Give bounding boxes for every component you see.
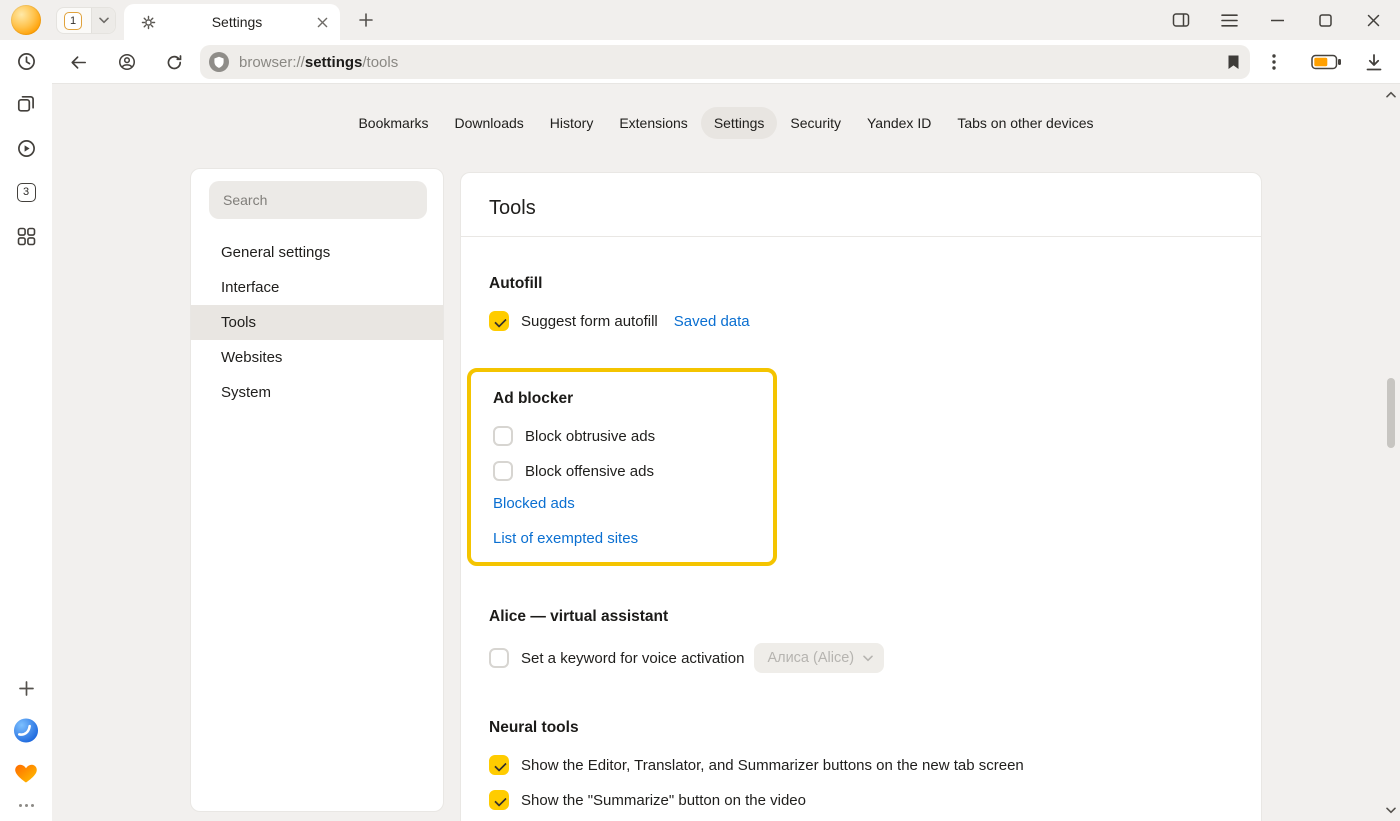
add-panel-icon[interactable] (13, 675, 39, 701)
browser-logo-icon[interactable] (13, 717, 39, 743)
autofill-heading: Autofill (489, 275, 1233, 297)
topnav-yandex-id[interactable]: Yandex ID (854, 107, 944, 139)
block-obtrusive-checkbox[interactable] (493, 426, 513, 446)
tab-group-button[interactable]: 1 (56, 7, 116, 34)
obtrusive-ads-row[interactable]: Block obtrusive ads (493, 425, 753, 447)
scrollbar-thumb[interactable] (1387, 378, 1395, 448)
site-shield-icon[interactable] (209, 52, 229, 72)
address-bar[interactable]: browser://settings/tools (200, 45, 1250, 79)
dropdown-value: Алиса (Alice) (767, 650, 854, 666)
topnav-bookmarks[interactable]: Bookmarks (345, 107, 441, 139)
history-clock-icon[interactable] (13, 48, 39, 74)
keyword-dropdown[interactable]: Алиса (Alice) (754, 643, 884, 673)
alice-avatar[interactable] (11, 5, 41, 35)
alice-heading: Alice — virtual assistant (489, 608, 1233, 630)
back-button[interactable] (64, 48, 92, 76)
checkbox-label: Suggest form autofill (521, 313, 658, 330)
nav-item-general[interactable]: General settings (191, 235, 443, 270)
saved-data-link[interactable]: Saved data (674, 313, 750, 330)
neural-row-summarize[interactable]: Show the "Summarize" button on the video (489, 789, 1233, 811)
checkbox-label: Show the Editor, Translator, and Summari… (521, 757, 1024, 774)
exempted-sites-link[interactable]: List of exempted sites (493, 530, 753, 552)
section-alice: Alice — virtual assistant Set a keyword … (461, 608, 1261, 673)
tab-title: Settings (157, 14, 317, 30)
rail-more-icon[interactable] (13, 792, 39, 818)
settings-page: Bookmarks Downloads History Extensions S… (52, 84, 1400, 821)
chevron-down-icon (863, 655, 873, 662)
chevron-down-icon[interactable] (91, 8, 115, 33)
blocked-ads-link[interactable]: Blocked ads (493, 495, 753, 517)
downloads-icon[interactable] (1360, 48, 1388, 76)
tabs-counter-badge[interactable]: 3 (13, 179, 39, 205)
url-text: browser://settings/tools (239, 54, 398, 71)
tab-bar: 1 Settings (0, 0, 1400, 40)
scroll-up-icon[interactable] (1384, 87, 1398, 101)
settings-top-nav: Bookmarks Downloads History Extensions S… (52, 107, 1400, 139)
settings-nav-list: General settings Interface Tools Website… (191, 235, 443, 410)
nav-item-tools[interactable]: Tools (191, 305, 443, 340)
side-rail: 3 (0, 40, 52, 821)
video-play-icon[interactable] (13, 135, 39, 161)
page-title: Tools (489, 197, 1233, 220)
battery-saver-icon[interactable] (1305, 48, 1347, 76)
checkbox-label: Set a keyword for voice activation (521, 650, 744, 667)
checkbox-label: Block obtrusive ads (525, 428, 655, 445)
offensive-ads-row[interactable]: Block offensive ads (493, 460, 753, 482)
editor-buttons-checkbox[interactable] (489, 755, 509, 775)
profile-icon[interactable] (113, 48, 141, 76)
suggest-autofill-checkbox[interactable] (489, 311, 509, 331)
tab-settings[interactable]: Settings (124, 4, 340, 40)
section-autofill: Autofill Suggest form autofill Saved dat… (461, 275, 1261, 332)
tools-settings-card: Tools Autofill Suggest form autofill Sav… (460, 172, 1262, 821)
side-panels-icon[interactable] (1168, 7, 1194, 33)
block-offensive-checkbox[interactable] (493, 461, 513, 481)
neural-row-editor[interactable]: Show the Editor, Translator, and Summari… (489, 754, 1233, 776)
maximize-icon[interactable] (1312, 7, 1338, 33)
bookmark-icon[interactable] (1227, 54, 1240, 70)
close-tab-icon[interactable] (317, 17, 328, 28)
more-menu-icon[interactable] (1260, 48, 1288, 76)
menu-icon[interactable] (1216, 7, 1242, 33)
summarize-video-checkbox[interactable] (489, 790, 509, 810)
ad-blocker-highlight: Ad blocker Block obtrusive ads Block off… (467, 368, 777, 566)
voice-keyword-checkbox[interactable] (489, 648, 509, 668)
favorites-heart-icon[interactable] (13, 760, 39, 786)
search-input[interactable] (209, 181, 427, 219)
topnav-history[interactable]: History (537, 107, 607, 139)
divider (461, 236, 1261, 237)
minimize-icon[interactable] (1264, 7, 1290, 33)
topnav-extensions[interactable]: Extensions (606, 107, 700, 139)
scroll-down-icon[interactable] (1384, 803, 1398, 817)
topnav-other-devices[interactable]: Tabs on other devices (944, 107, 1106, 139)
checkbox-label: Show the "Summarize" button on the video (521, 792, 806, 809)
topnav-downloads[interactable]: Downloads (442, 107, 537, 139)
ad-blocker-heading: Ad blocker (493, 390, 753, 412)
topnav-settings[interactable]: Settings (701, 107, 778, 139)
autofill-row[interactable]: Suggest form autofill Saved data (489, 310, 1233, 332)
checkbox-label: Block offensive ads (525, 463, 654, 480)
topnav-security[interactable]: Security (777, 107, 854, 139)
reload-icon[interactable] (160, 48, 188, 76)
collections-icon[interactable] (13, 91, 39, 117)
new-tab-button[interactable] (352, 6, 380, 34)
neural-tools-heading: Neural tools (489, 719, 1233, 741)
settings-nav-card: General settings Interface Tools Website… (190, 168, 444, 812)
close-window-icon[interactable] (1360, 7, 1386, 33)
section-neural-tools: Neural tools Show the Editor, Translator… (461, 719, 1261, 821)
nav-item-system[interactable]: System (191, 375, 443, 410)
nav-item-interface[interactable]: Interface (191, 270, 443, 305)
tab-counter: 1 (64, 12, 82, 30)
nav-item-websites[interactable]: Websites (191, 340, 443, 375)
alice-keyword-row[interactable]: Set a keyword for voice activation Алиса… (489, 643, 1233, 673)
gear-icon (140, 14, 157, 31)
apps-grid-icon[interactable] (13, 223, 39, 249)
